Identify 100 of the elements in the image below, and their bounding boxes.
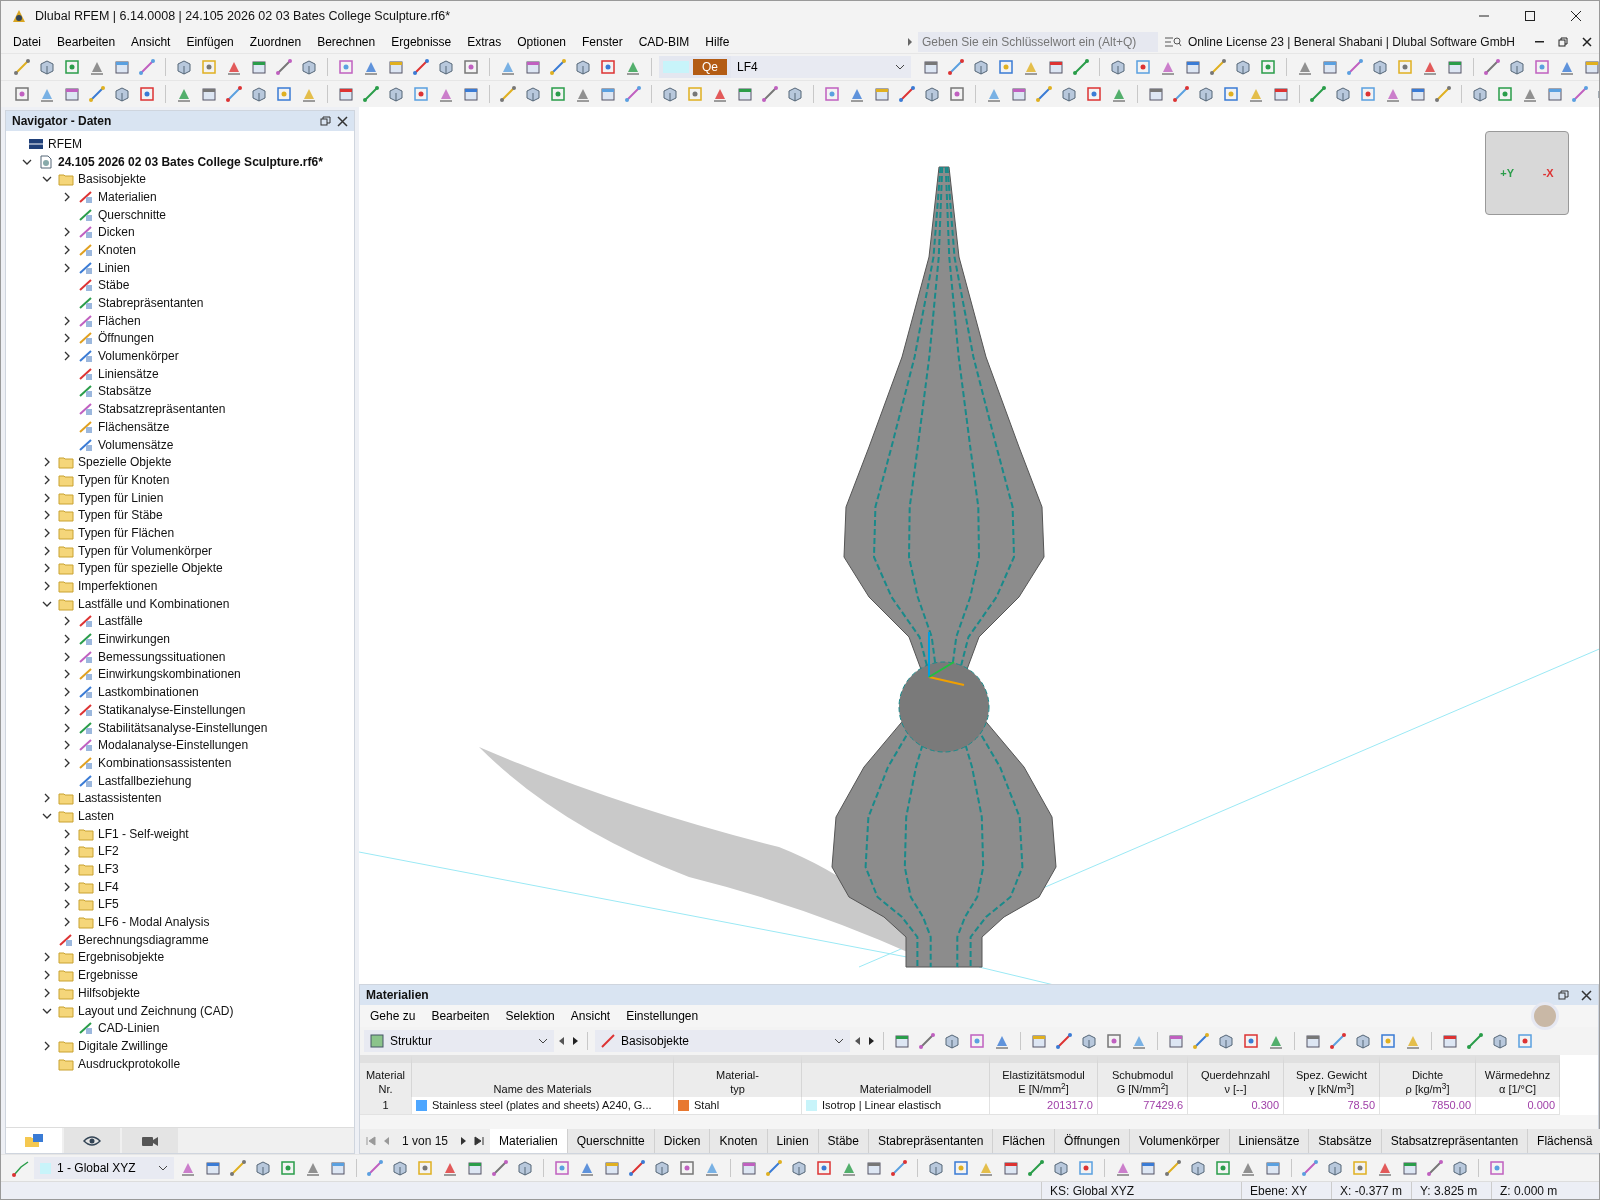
tool-icon[interactable] — [549, 58, 567, 76]
menu-item[interactable]: Einstellungen — [618, 1007, 707, 1025]
tool-icon[interactable] — [1546, 85, 1564, 103]
tree-item[interactable]: Einwirkungen — [98, 630, 171, 649]
tree-item[interactable]: Flächensätze — [98, 417, 170, 436]
tool-icon[interactable] — [823, 85, 841, 103]
tool-icon[interactable] — [1077, 1159, 1095, 1177]
search-field[interactable]: Geben Sie ein Schlüsselwort ein (Alt+Q) — [917, 32, 1158, 52]
tool-icon[interactable] — [1354, 1032, 1372, 1050]
tool-icon[interactable] — [1139, 1159, 1157, 1177]
expand-icon[interactable] — [62, 262, 72, 273]
table-tab[interactable]: Stabsätze — [1309, 1129, 1382, 1153]
tree-item[interactable]: CAD-Linien — [98, 1019, 160, 1038]
tree-item[interactable]: Lasten — [78, 806, 115, 825]
tool-icon[interactable] — [661, 85, 679, 103]
expand-icon[interactable] — [62, 722, 72, 733]
tree-item[interactable]: Flächen — [98, 311, 141, 330]
tree-item[interactable]: Öffnungen — [98, 329, 154, 348]
tool-icon[interactable] — [200, 85, 218, 103]
tool-icon[interactable] — [1002, 1159, 1020, 1177]
tool-icon[interactable] — [678, 1159, 696, 1177]
next-icon[interactable] — [866, 1036, 876, 1046]
tool-icon[interactable] — [88, 85, 106, 103]
expand-icon[interactable] — [62, 333, 72, 344]
tool-icon[interactable] — [1109, 58, 1127, 76]
tree-item[interactable]: Stäbe — [98, 276, 130, 295]
tree-item[interactable]: Typen für Volumenkörper — [78, 541, 213, 560]
tool-icon[interactable] — [1035, 85, 1053, 103]
tool-icon[interactable] — [1217, 1032, 1235, 1050]
tree-item[interactable]: Materialien — [98, 187, 157, 206]
tool-icon[interactable] — [1466, 1032, 1484, 1050]
tool-icon[interactable] — [113, 58, 131, 76]
expand-icon[interactable] — [42, 527, 52, 538]
tool-icon[interactable] — [412, 85, 430, 103]
tree-item[interactable]: Dicken — [98, 223, 135, 242]
tool-icon[interactable] — [300, 58, 318, 76]
tree-item[interactable]: LF4 — [98, 877, 119, 896]
tool-icon[interactable] — [1326, 1159, 1344, 1177]
expand-icon[interactable] — [62, 191, 72, 202]
tool-icon[interactable] — [387, 85, 405, 103]
navigator-tab[interactable] — [122, 1128, 178, 1153]
menu-item[interactable]: Bearbeiten — [423, 1007, 498, 1025]
tree-item[interactable]: LF3 — [98, 860, 119, 879]
tree-item[interactable]: LF1 - Self-weight — [98, 824, 189, 843]
tool-icon[interactable] — [275, 85, 293, 103]
tool-icon[interactable] — [366, 1159, 384, 1177]
tree-item[interactable]: Knoten — [98, 240, 137, 259]
tool-icon[interactable] — [1214, 1159, 1232, 1177]
expand-icon[interactable] — [42, 457, 52, 468]
tool-icon[interactable] — [1055, 1032, 1073, 1050]
tool-icon[interactable] — [890, 1159, 908, 1177]
tool-icon[interactable] — [790, 1159, 808, 1177]
tool-icon[interactable] — [952, 1159, 970, 1177]
tool-icon[interactable] — [1516, 1032, 1534, 1050]
tool-icon[interactable] — [603, 1159, 621, 1177]
expand-icon[interactable] — [62, 899, 72, 910]
tool-icon[interactable] — [927, 1159, 945, 1177]
tool-icon[interactable] — [225, 85, 243, 103]
tree-item[interactable]: Modalanalyse-Einstellungen — [98, 736, 249, 755]
menu-item[interactable]: Ansicht — [123, 33, 179, 51]
tree-item[interactable]: RFEM — [48, 134, 82, 153]
table-tab[interactable]: Öffnungen — [1055, 1129, 1130, 1153]
tree-item[interactable]: Statikanalyse-Einstellungen — [98, 700, 246, 719]
expand-icon[interactable] — [42, 492, 52, 503]
tool-icon[interactable] — [524, 85, 542, 103]
expand-icon[interactable] — [42, 970, 52, 981]
table-tab[interactable]: Liniensätze — [1229, 1129, 1310, 1153]
tree-item[interactable]: Einwirkungskombinationen — [98, 665, 241, 684]
tool-icon[interactable] — [1301, 1159, 1319, 1177]
tool-icon[interactable] — [923, 85, 941, 103]
tool-icon[interactable] — [1010, 85, 1028, 103]
menu-item[interactable]: Hilfe — [697, 33, 738, 51]
expand-icon[interactable] — [62, 616, 72, 627]
menu-item[interactable]: Einfügen — [178, 33, 242, 51]
tool-icon[interactable] — [1329, 1032, 1347, 1050]
expand-icon[interactable] — [42, 1040, 52, 1051]
menu-item[interactable]: Optionen — [509, 33, 574, 51]
table-tab[interactable]: Flächensä — [1528, 1129, 1600, 1153]
tool-icon[interactable] — [1491, 1032, 1509, 1050]
last-page-icon[interactable] — [474, 1136, 485, 1146]
expand-icon[interactable] — [62, 846, 72, 857]
table-tab[interactable]: Stabrepräsentanten — [868, 1129, 994, 1153]
tool-icon[interactable] — [1571, 85, 1589, 103]
expand-icon[interactable] — [62, 669, 72, 680]
tool-icon[interactable] — [1379, 1032, 1397, 1050]
tree-item[interactable]: Stabsatzrepräsentanten — [98, 400, 226, 419]
tool-icon[interactable] — [1164, 1159, 1182, 1177]
tool-icon[interactable] — [922, 58, 940, 76]
tool-icon[interactable] — [416, 1159, 434, 1177]
tool-icon[interactable] — [1060, 85, 1078, 103]
tree-item[interactable]: Typen für Knoten — [78, 470, 170, 489]
expand-icon[interactable] — [42, 581, 52, 592]
tree-item[interactable]: Liniensätze — [98, 364, 159, 383]
tool-icon[interactable] — [686, 85, 704, 103]
tree-item[interactable]: Stabilitätsanalyse-Einstellungen — [98, 718, 268, 737]
tool-icon[interactable] — [138, 58, 156, 76]
tool-icon[interactable] — [387, 58, 405, 76]
restore-icon[interactable] — [320, 115, 331, 127]
tool-icon[interactable] — [1134, 58, 1152, 76]
table-tab[interactable]: Flächen — [993, 1129, 1056, 1153]
